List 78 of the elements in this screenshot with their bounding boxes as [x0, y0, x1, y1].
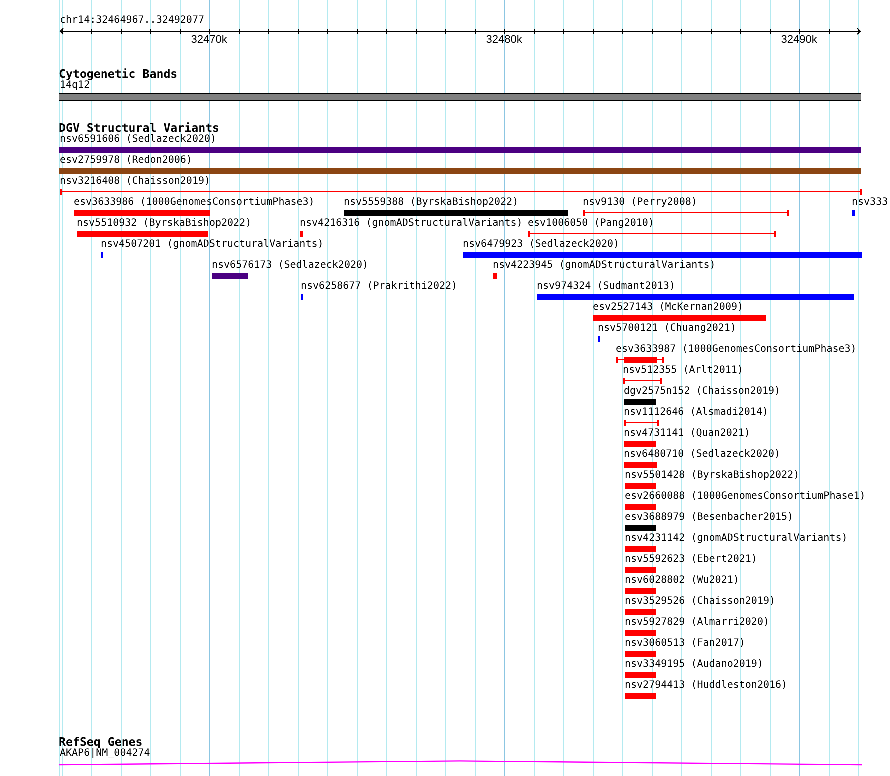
variant-label: esv2759978 (Redon2006): [60, 155, 192, 167]
variant-label: nsv5927829 (Almarri2020): [625, 617, 770, 629]
variant-label: nsv333: [852, 197, 888, 209]
gene-label: AKAP6|NM_004274: [60, 749, 150, 759]
variant-label: esv2660088 (1000GenomesConsortiumPhase1): [625, 491, 866, 503]
variant-range-line[interactable]: [623, 378, 662, 384]
variant-bar[interactable]: [625, 546, 656, 552]
tick-label: 32480k: [486, 34, 522, 46]
variant-label: nsv4216316 (gnomADStructuralVariants): [300, 218, 523, 230]
variant-bar[interactable]: [625, 630, 656, 636]
variant-label: nsv5592623 (Ebert2021): [625, 554, 758, 566]
variant-label: nsv3216408 (Chaisson2019): [60, 176, 211, 188]
variant-label: nsv5510932 (ByrskaBishop2022): [77, 218, 252, 230]
cytoband-bar[interactable]: [59, 93, 861, 101]
variant-bar[interactable]: [625, 504, 656, 510]
variant-label: esv3688979 (Besenbacher2015): [625, 512, 794, 524]
variant-label: nsv6591606 (Sedlazeck2020): [60, 134, 217, 146]
variant-range-bar[interactable]: [616, 357, 664, 363]
transcript-line[interactable]: [59, 760, 862, 766]
tick-label: 32490k: [781, 34, 818, 46]
variant-bar[interactable]: [625, 483, 656, 489]
variant-label: nsv974324 (Sudmant2013): [537, 281, 676, 293]
variant-bar[interactable]: [625, 672, 656, 678]
track-title: DGV Structural Variants: [59, 122, 220, 134]
variant-bar[interactable]: [59, 147, 861, 153]
variant-bar[interactable]: [212, 273, 248, 279]
variant-label: nsv6258677 (Prakrithi2022): [301, 281, 458, 293]
variant-bar[interactable]: [625, 588, 656, 594]
tick-label: 32470k: [191, 34, 228, 46]
variant-bar[interactable]: [77, 231, 208, 237]
variant-range-line[interactable]: [583, 210, 789, 216]
variant-label: nsv4231142 (gnomADStructuralVariants): [625, 533, 848, 545]
variant-label: esv3633987 (1000GenomesConsortiumPhase3): [616, 344, 857, 356]
variant-bar[interactable]: [625, 651, 656, 657]
variant-label: nsv3349195 (Audano2019): [625, 659, 764, 671]
variant-label: nsv2794413 (Huddleston2016): [625, 680, 788, 692]
variant-bar[interactable]: [593, 315, 766, 321]
region-label: chr14:32464967..32492077: [60, 15, 204, 27]
variant-bar[interactable]: [493, 273, 497, 279]
variant-label: nsv5700121 (Chuang2021): [598, 323, 736, 335]
variant-bar[interactable]: [463, 252, 862, 258]
variant-label: nsv6576173 (Sedlazeck2020): [212, 260, 369, 272]
variant-label: nsv5501428 (ByrskaBishop2022): [625, 470, 800, 482]
variant-bar[interactable]: [852, 210, 855, 216]
track-title: Cytogenetic Bands: [59, 68, 178, 80]
variant-label: nsv3060513 (Fan2017): [625, 638, 746, 650]
variant-bar[interactable]: [300, 231, 303, 237]
variant-label: nsv1112646 (Alsmadi2014): [624, 407, 768, 419]
variant-label: nsv3529526 (Chaisson2019): [625, 596, 776, 608]
variant-range-line[interactable]: [60, 189, 862, 195]
variant-bar[interactable]: [624, 462, 657, 468]
variant-label: esv2527143 (McKernan2009): [593, 302, 744, 314]
variant-bar[interactable]: [537, 294, 854, 300]
variant-label: esv3633986 (1000GenomesConsortiumPhase3): [74, 197, 315, 209]
variant-bar[interactable]: [625, 525, 656, 531]
variant-label: nsv6480710 (Sedlazeck2020): [624, 449, 781, 461]
variant-range-line[interactable]: [528, 231, 776, 237]
variant-bar[interactable]: [344, 210, 568, 216]
variant-label: nsv4731141 (Quan2021): [624, 428, 750, 440]
variant-bar[interactable]: [74, 210, 210, 216]
variant-bar[interactable]: [59, 168, 861, 174]
variant-label: nsv512355 (Arlt2011): [623, 365, 744, 377]
variant-bar[interactable]: [624, 399, 656, 405]
variant-bar[interactable]: [624, 441, 656, 447]
variant-range-line[interactable]: [624, 420, 659, 426]
variant-label: nsv4507201 (gnomADStructuralVariants): [101, 239, 324, 251]
variant-label: dgv2575n152 (Chaisson2019): [624, 386, 781, 398]
variant-bar[interactable]: [625, 567, 656, 573]
variant-bar[interactable]: [625, 609, 656, 615]
variant-label: esv1006050 (Pang2010): [528, 218, 654, 230]
variant-label: nsv9130 (Perry2008): [583, 197, 698, 209]
variant-label: nsv6028802 (Wu2021): [625, 575, 740, 587]
band-label: 14q12: [60, 81, 90, 91]
track-title: RefSeq Genes: [59, 736, 143, 748]
variant-label: nsv4223945 (gnomADStructuralVariants): [493, 260, 716, 272]
variant-bar[interactable]: [625, 693, 656, 699]
variant-label: nsv5559388 (ByrskaBishop2022): [344, 197, 519, 209]
variant-label: nsv6479923 (Sedlazeck2020): [463, 239, 620, 251]
